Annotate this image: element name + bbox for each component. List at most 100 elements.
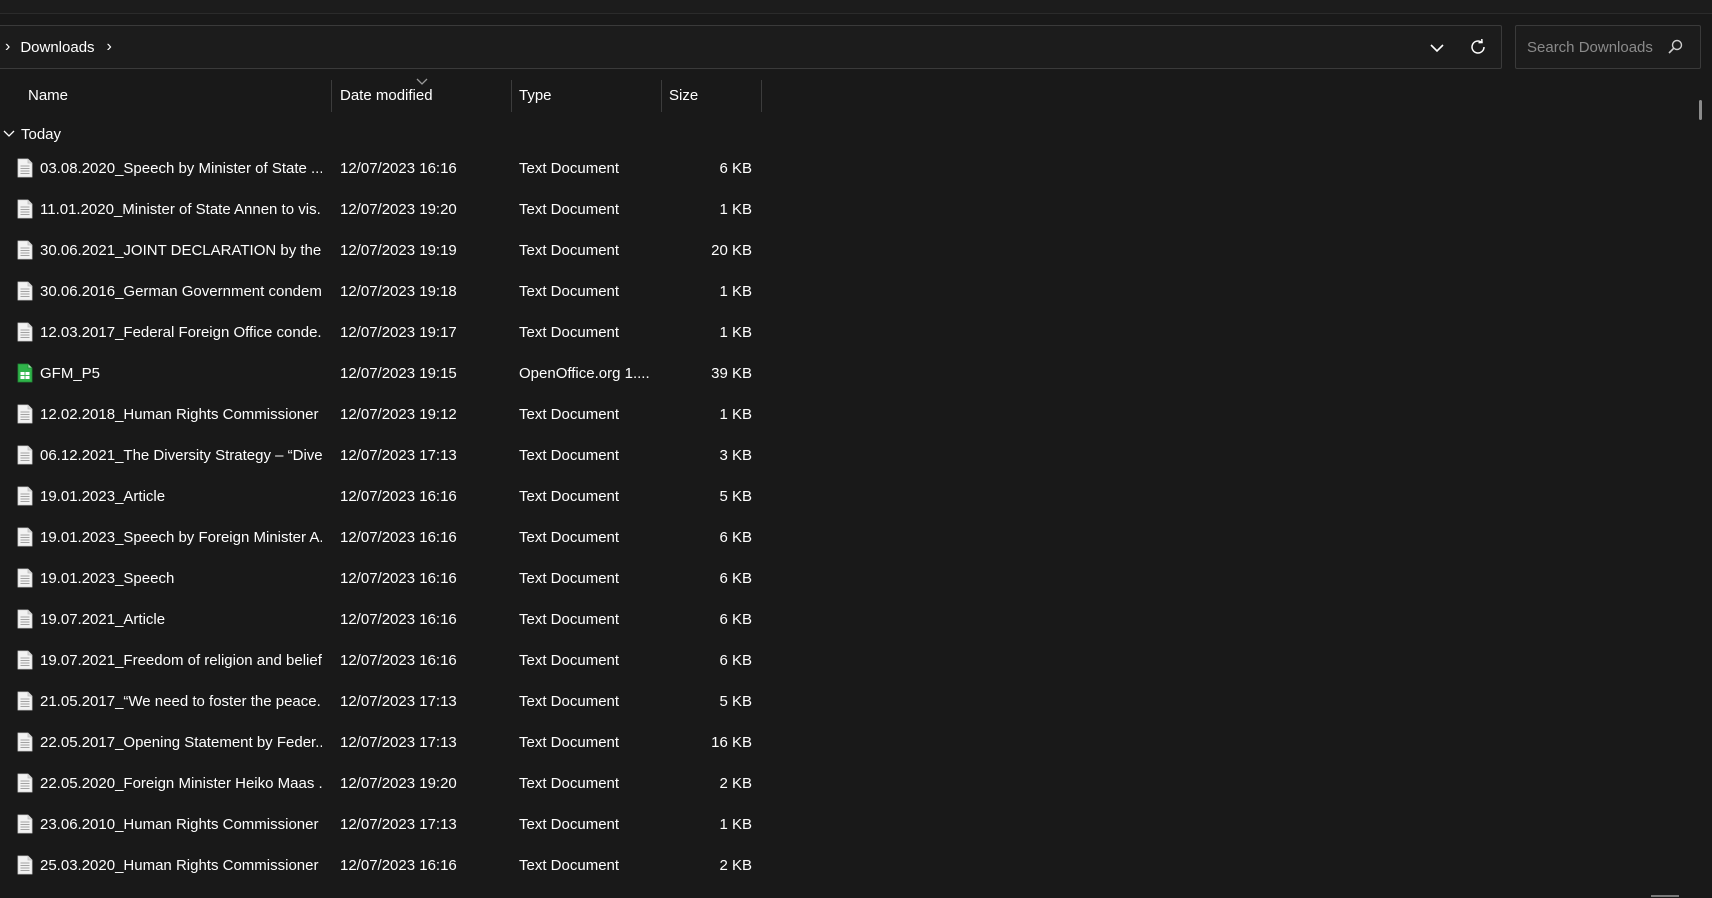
file-type: Text Document [519,160,620,177]
text-file-icon [17,281,33,301]
file-name[interactable]: 11.01.2020_Minister of State Annen to vi… [40,189,322,230]
file-size: 5 KB [719,693,752,710]
file-row[interactable]: 19.01.2023_Speech 12/07/2023 16:16 Text Do… [0,558,770,599]
column-header-row: Name Date modified Type Size [0,78,770,112]
file-type: Text Document [519,447,620,464]
file-size: 5 KB [719,488,752,505]
file-size: 2 KB [719,775,752,792]
column-divider[interactable] [761,80,762,112]
file-name[interactable]: 19.07.2021_Article [40,599,322,640]
text-file-icon [17,732,33,752]
file-row[interactable]: 23.06.2010_Human Rights Commissioner ...… [0,804,770,845]
spreadsheet-file-icon [17,363,33,383]
text-file-icon [17,691,33,711]
file-type: Text Document [519,693,620,710]
file-date-modified: 12/07/2023 16:16 [340,652,457,669]
file-row[interactable]: 22.05.2020_Foreign Minister Heiko Maas .… [0,763,770,804]
file-row[interactable]: 25.03.2020_Human Rights Commissioner ...… [0,845,770,886]
window-top-strip [0,0,1712,14]
file-name[interactable]: 19.01.2023_Article [40,476,322,517]
file-name[interactable]: 21.05.2017_“We need to foster the peace.… [40,681,322,722]
file-size: 1 KB [719,406,752,423]
file-type: Text Document [519,652,620,669]
group-label: Today [21,125,62,143]
file-row[interactable]: 19.01.2023_Article 12/07/2023 16:16 Text D… [0,476,770,517]
breadcrumb-downloads[interactable]: Downloads [20,39,94,56]
file-row[interactable]: 12.02.2018_Human Rights Commissioner ...… [0,394,770,435]
file-size: 2 KB [719,857,752,874]
file-date-modified: 12/07/2023 17:13 [340,734,457,751]
scrollbar-thumb[interactable] [1699,100,1702,120]
text-file-icon [17,445,33,465]
file-size: 6 KB [719,160,752,177]
text-file-icon [17,404,33,424]
file-name[interactable]: 23.06.2010_Human Rights Commissioner ... [40,804,322,845]
file-name[interactable]: 06.12.2021_The Diversity Strategy – “Div… [40,435,322,476]
column-header-name[interactable]: Name [28,78,68,112]
file-size: 16 KB [711,734,752,751]
column-header-type[interactable]: Type [519,78,552,112]
file-name[interactable]: 30.06.2016_German Government condem... [40,271,322,312]
file-row[interactable]: 03.08.2020_Speech by Minister of State .… [0,148,770,189]
search-box[interactable] [1515,25,1701,69]
column-divider[interactable] [511,80,512,112]
text-file-icon [17,158,33,178]
file-row[interactable]: 19.07.2021_Freedom of religion and belie… [0,640,770,681]
address-bar[interactable]: › Downloads › [0,25,1502,69]
file-size: 1 KB [719,201,752,218]
file-name[interactable]: 22.05.2020_Foreign Minister Heiko Maas .… [40,763,322,804]
file-size: 6 KB [719,529,752,546]
file-date-modified: 12/07/2023 17:13 [340,816,457,833]
file-name[interactable]: 19.07.2021_Freedom of religion and belie… [40,640,322,681]
file-date-modified: 12/07/2023 16:16 [340,529,457,546]
file-row[interactable]: GFM_P5 12/07/2023 19:15 OpenOffice.org 1..… [0,353,770,394]
file-row[interactable]: 11.01.2020_Minister of State Annen to vi… [0,189,770,230]
file-row[interactable]: 21.05.2017_“We need to foster the peace.… [0,681,770,722]
file-name[interactable]: 25.03.2020_Human Rights Commissioner ... [40,845,322,886]
file-name[interactable]: 19.01.2023_Speech [40,558,322,599]
column-divider[interactable] [331,80,332,112]
file-date-modified: 12/07/2023 19:15 [340,365,457,382]
file-type: Text Document [519,529,620,546]
vertical-scrollbar[interactable] [1693,78,1707,898]
file-size: 1 KB [719,324,752,341]
file-name[interactable]: 19.01.2023_Speech by Foreign Minister A.… [40,517,322,558]
file-row[interactable]: 30.06.2016_German Government condem... 12… [0,271,770,312]
text-file-icon [17,773,33,793]
search-icon[interactable] [1666,38,1684,56]
file-row[interactable]: 06.12.2021_The Diversity Strategy – “Div… [0,435,770,476]
file-date-modified: 12/07/2023 16:16 [340,611,457,628]
breadcrumb-separator-chevron-icon[interactable]: › [107,39,112,55]
file-row[interactable]: 30.06.2021_JOINT DECLARATION by the S...… [0,230,770,271]
file-size: 6 KB [719,570,752,587]
file-row[interactable]: 22.05.2017_Opening Statement by Feder...… [0,722,770,763]
file-name[interactable]: 30.06.2021_JOINT DECLARATION by the S... [40,230,322,271]
file-date-modified: 12/07/2023 19:19 [340,242,457,259]
text-file-icon [17,527,33,547]
file-size: 1 KB [719,816,752,833]
group-header-today[interactable]: Today [0,124,61,144]
file-name[interactable]: 12.02.2018_Human Rights Commissioner ... [40,394,322,435]
file-size: 6 KB [719,611,752,628]
breadcrumb-chevron-icon[interactable]: › [5,39,10,55]
file-row[interactable]: 19.07.2021_Article 12/07/2023 16:16 Text D… [0,599,770,640]
text-file-icon [17,199,33,219]
address-history-dropdown-button[interactable] [1425,36,1449,60]
refresh-button[interactable] [1466,35,1490,59]
file-date-modified: 12/07/2023 16:16 [340,857,457,874]
column-divider[interactable] [661,80,662,112]
file-type: Text Document [519,734,620,751]
column-header-date-modified[interactable]: Date modified [340,78,433,112]
file-row[interactable]: 19.01.2023_Speech by Foreign Minister A.… [0,517,770,558]
file-name[interactable]: GFM_P5 [40,353,322,394]
file-type: Text Document [519,816,620,833]
file-name[interactable]: 12.03.2017_Federal Foreign Office conde.… [40,312,322,353]
file-name[interactable]: 03.08.2020_Speech by Minister of State .… [40,148,322,189]
search-input[interactable] [1525,37,1665,57]
column-header-size[interactable]: Size [669,78,698,112]
file-type: OpenOffice.org 1.... [519,365,650,382]
file-row[interactable]: 12.03.2017_Federal Foreign Office conde.… [0,312,770,353]
chevron-down-icon [3,130,15,137]
text-file-icon [17,240,33,260]
file-name[interactable]: 22.05.2017_Opening Statement by Feder... [40,722,322,763]
